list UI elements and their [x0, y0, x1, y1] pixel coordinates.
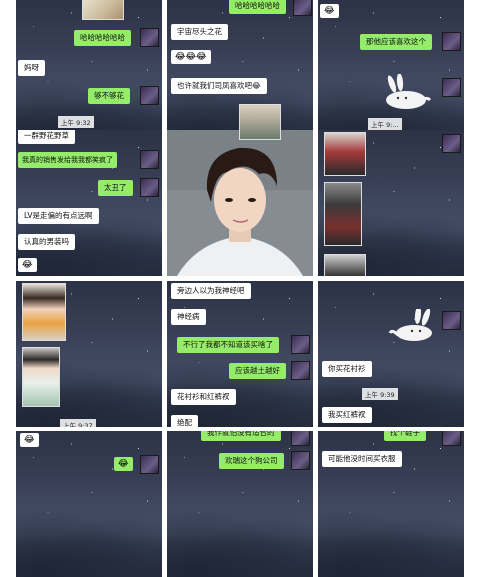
- chat-screenshot-4: 一群野花野草 我真的销售发给我我都笑疯了 太丑了 LV是走偏的有点远啊 认真的男…: [16, 130, 162, 276]
- message-bubble: 我真的销售发给我我都笑疯了: [18, 152, 117, 168]
- message-bubble: 绝配: [171, 415, 198, 427]
- message-bubble: 一群野花野草: [18, 130, 75, 144]
- user-avatar: [291, 335, 310, 354]
- chat-screenshot-11: 我作就怕没有适合的 欢瑞这个狗公司: [167, 431, 313, 577]
- shared-photo: [82, 0, 124, 20]
- user-avatar: [291, 451, 310, 470]
- user-avatar: [291, 431, 310, 446]
- timestamp: 上午 9:37: [60, 419, 96, 427]
- message-bubble: 欢瑞这个狗公司: [219, 453, 284, 469]
- timestamp: 上午 9:39: [362, 388, 398, 400]
- user-avatar: [442, 134, 461, 153]
- user-avatar: [140, 455, 159, 474]
- starry-sky-background: [16, 431, 162, 577]
- chat-screenshot-2: 哈哈哈哈哈哈 宇宙尽头之花 😂😂😂 也许就我们司凤喜欢吧😂: [167, 0, 313, 146]
- shared-photo: [22, 347, 60, 407]
- emoji-message: 😂: [320, 4, 339, 18]
- emoji-message: 😂: [114, 457, 133, 471]
- emoji-message: 😂: [18, 258, 37, 272]
- chat-screenshot-6: [318, 130, 464, 276]
- shared-photo: [239, 104, 281, 140]
- message-bubble: 妈呀: [18, 60, 45, 76]
- emoji-message: 😂: [20, 433, 39, 447]
- message-bubble: 也许就我们司凤喜欢吧😂: [171, 78, 267, 94]
- user-avatar: [140, 150, 159, 169]
- message-bubble: 哈哈哈哈哈哈: [74, 30, 131, 46]
- shared-photo: [22, 283, 66, 341]
- message-bubble: 认真的男装吗: [18, 234, 75, 250]
- message-bubble: 哈哈哈哈哈哈: [229, 0, 286, 14]
- user-avatar: [140, 178, 159, 197]
- bunny-sticker: [388, 309, 432, 341]
- timestamp: 上午 9:32: [58, 116, 94, 128]
- message-bubble: 花衬衫和红裤衩: [171, 389, 236, 405]
- chat-screenshot-1: 哈哈哈哈哈哈 妈呀 够不够花 上午 9:32: [16, 0, 162, 146]
- message-bubble: 你买花衬衫: [322, 361, 372, 377]
- message-bubble: 找个鞋子: [384, 431, 426, 441]
- starry-sky-background: [167, 281, 313, 427]
- message-bubble: 宇宙尽头之花: [171, 24, 228, 40]
- user-avatar: [442, 32, 461, 51]
- user-avatar: [293, 0, 312, 16]
- message-bubble: 神经病: [171, 309, 206, 325]
- chat-screenshot-8: 旁边人以为我神经吧 神经病 不行了我都不知道该买啥了 应该越土越好 花衬衫和红裤…: [167, 281, 313, 427]
- message-bubble: 可能他没时间买衣服: [322, 451, 402, 467]
- message-bubble: 那他应该喜欢这个: [360, 34, 432, 50]
- message-bubble: 我作就怕没有适合的: [201, 431, 281, 441]
- user-avatar: [442, 311, 461, 330]
- shared-photo: [324, 132, 366, 176]
- message-bubble: 够不够花: [88, 88, 130, 104]
- chat-screenshot-3: 😂 那他应该喜欢这个 上午 9:...: [318, 0, 464, 146]
- message-bubble: LV是走偏的有点远啊: [18, 208, 99, 224]
- chat-screenshot-7: 上午 9:37: [16, 281, 162, 427]
- timestamp: 上午 9:...: [368, 118, 402, 130]
- portrait-photo: [167, 130, 313, 276]
- user-avatar: [140, 86, 159, 105]
- chat-screenshot-12: 找个鞋子 可能他没时间买衣服: [318, 431, 464, 577]
- message-bubble: 太丑了: [98, 180, 133, 196]
- portrait-illustration: [167, 130, 313, 276]
- bunny-sticker: [386, 74, 432, 109]
- emoji-message: 😂😂😂: [171, 50, 211, 64]
- chat-screenshot-9: 你买花衬衫 上午 9:39 我买红裤衩: [318, 281, 464, 427]
- message-bubble: 旁边人以为我神经吧: [171, 283, 251, 299]
- user-avatar: [291, 361, 310, 380]
- shared-photo: [324, 182, 362, 246]
- message-bubble: 我买红裤衩: [322, 407, 372, 423]
- user-avatar: [442, 431, 461, 446]
- starry-sky-background: [318, 281, 464, 427]
- shared-photo: [324, 254, 366, 276]
- message-bubble: 不行了我都不知道该买啥了: [177, 337, 279, 353]
- chat-screenshot-10: 😂 😂: [16, 431, 162, 577]
- user-avatar: [442, 78, 461, 97]
- message-bubble: 应该越土越好: [229, 363, 286, 379]
- user-avatar: [140, 28, 159, 47]
